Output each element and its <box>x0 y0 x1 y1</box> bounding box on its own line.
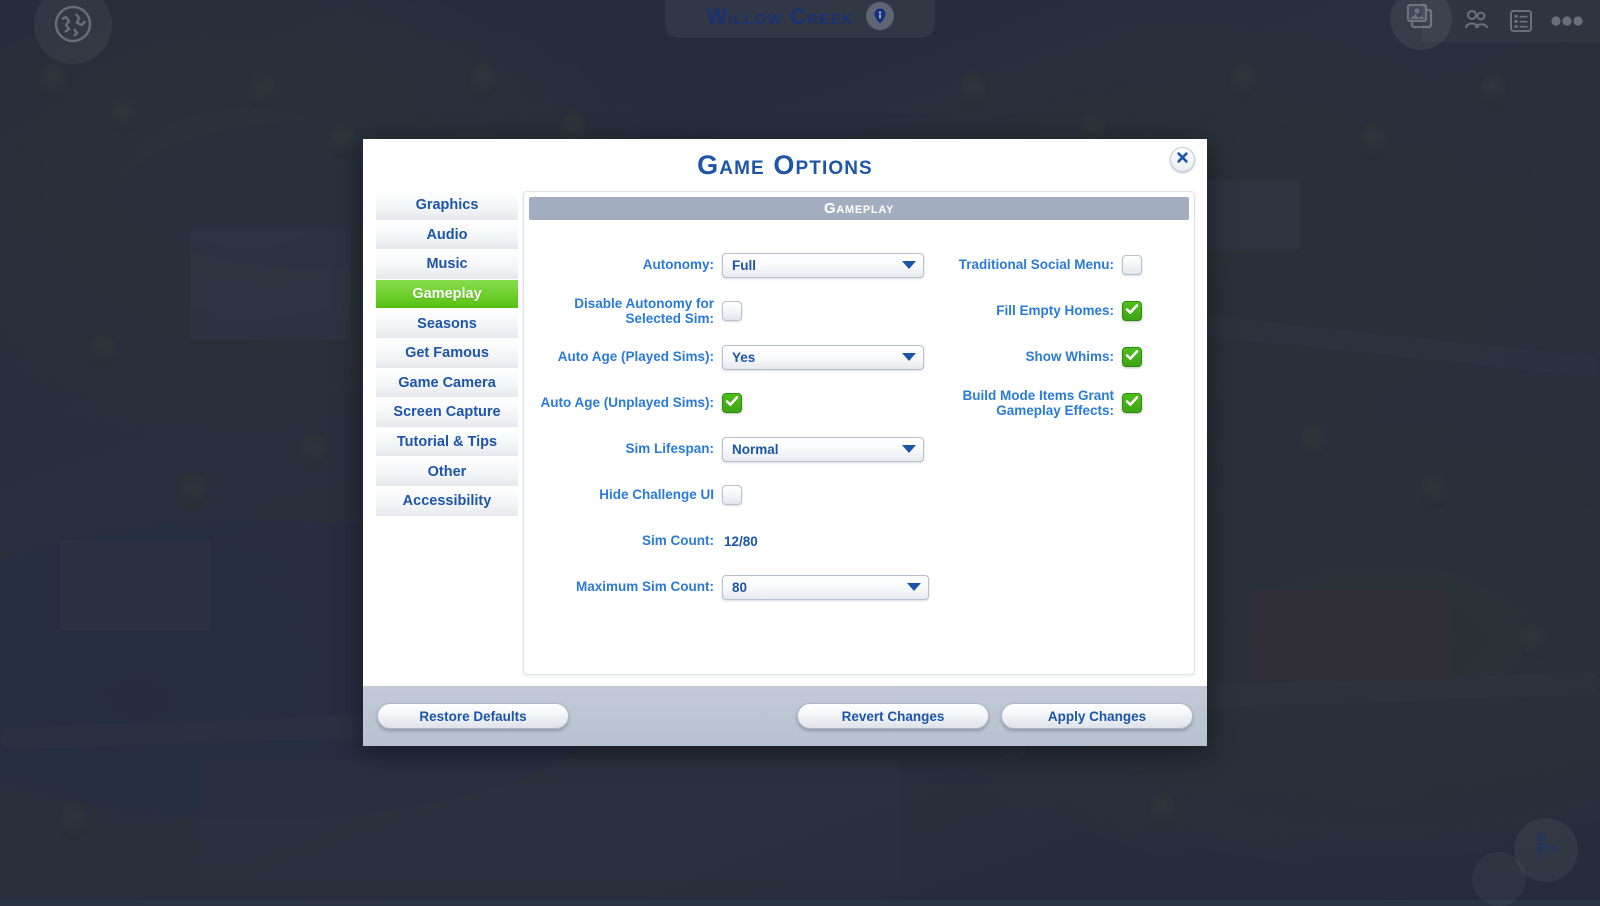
option-row-disable-autonomy-selected-sim: Disable Autonomy for Selected Sim: <box>536 288 929 334</box>
option-label-auto-age-unplayed: Auto Age (Unplayed Sims): <box>540 395 714 411</box>
page-title: Game Options <box>697 149 873 180</box>
sidebar-item-label: Accessibility <box>402 493 492 510</box>
option-row-show-whims: Show Whims: <box>947 334 1194 380</box>
sidebar-item-label: Music <box>426 256 468 273</box>
settings-content-panel: Gameplay Autonomy: Full Disable Autonomy… <box>523 191 1195 675</box>
options-grid: Autonomy: Full Disable Autonomy for Sele… <box>524 220 1194 674</box>
option-row-auto-age-unplayed: Auto Age (Unplayed Sims): <box>536 380 929 426</box>
sidebar-item-music[interactable]: Music <box>376 250 518 280</box>
sidebar-item-graphics[interactable]: Graphics <box>376 191 518 221</box>
autonomy-dropdown[interactable]: Full <box>722 252 924 278</box>
option-row-build-mode-items-grant-gameplay-effects: Build Mode Items Grant Gameplay Effects: <box>947 380 1194 426</box>
maximum-sim-count-dropdown-value: 80 <box>732 579 748 595</box>
options-column-left: Autonomy: Full Disable Autonomy for Sele… <box>524 242 929 610</box>
sidebar-item-tutorial-tips[interactable]: Tutorial & Tips <box>376 427 518 458</box>
sidebar-item-label: Screen Capture <box>393 404 501 421</box>
sidebar-item-screen-capture[interactable]: Screen Capture <box>376 398 518 428</box>
option-row-fill-empty-homes: Fill Empty Homes: <box>947 288 1194 334</box>
option-label-show-whims: Show Whims: <box>1025 349 1115 365</box>
option-label-build-mode-items-grant-gameplay-effects: Build Mode Items Grant Gameplay Effects: <box>962 387 1114 418</box>
chevron-down-icon <box>902 353 916 361</box>
sims-relationships-icon[interactable] <box>1462 8 1492 34</box>
dialog-body: Graphics Audio Music Gameplay Seasons Ge… <box>363 191 1207 686</box>
settings-sidebar: Graphics Audio Music Gameplay Seasons Ge… <box>363 191 518 686</box>
auto-age-unplayed-checkbox[interactable] <box>722 393 742 413</box>
sidebar-item-game-camera[interactable]: Game Camera <box>376 368 518 399</box>
game-options-dialog: Game Options Graphics Audio Music Gamepl… <box>363 139 1207 746</box>
sidebar-item-accessibility[interactable]: Accessibility <box>376 486 518 517</box>
dialog-titlebar: Game Options <box>363 139 1207 191</box>
sidebar-item-label: Gameplay <box>412 286 482 303</box>
option-label-hide-challenge-ui: Hide Challenge UI <box>599 487 714 503</box>
sidebar-item-label: Graphics <box>415 197 479 214</box>
option-row-maximum-sim-count: Maximum Sim Count: 80 <box>536 564 929 610</box>
sim-lifespan-dropdown-value: Normal <box>732 441 779 457</box>
section-header: Gameplay <box>529 197 1189 220</box>
fill-empty-homes-checkbox[interactable] <box>1122 301 1142 321</box>
restore-defaults-button[interactable]: Restore Defaults <box>377 703 569 729</box>
sidebar-item-other[interactable]: Other <box>376 457 518 487</box>
sidebar-item-audio[interactable]: Audio <box>376 220 518 251</box>
sim-lifespan-dropdown[interactable]: Normal <box>722 436 924 462</box>
option-label-fill-empty-homes: Fill Empty Homes: <box>996 303 1114 319</box>
sidebar-item-label: Tutorial & Tips <box>396 434 498 451</box>
chevron-down-icon <box>902 445 916 453</box>
option-label-disable-autonomy-selected-sim: Disable Autonomy for Selected Sim: <box>574 295 714 326</box>
sidebar-item-label: Audio <box>426 226 468 243</box>
travel-sim-icon <box>1526 828 1566 873</box>
option-label-autonomy: Autonomy: <box>642 257 714 273</box>
sidebar-item-get-famous[interactable]: Get Famous <box>376 338 518 369</box>
dialog-footer: Restore Defaults Revert Changes Apply Ch… <box>363 686 1207 746</box>
option-label-sim-count: Sim Count: <box>642 533 714 549</box>
checkmark-icon <box>724 393 740 414</box>
auto-age-played-dropdown[interactable]: Yes <box>722 344 924 370</box>
map-pin-info-icon[interactable] <box>865 2 894 30</box>
option-row-sim-lifespan: Sim Lifespan: Normal <box>536 426 929 472</box>
checkmark-icon <box>1124 347 1140 368</box>
location-plaque: Willow Creek <box>665 0 935 38</box>
autonomy-dropdown-value: Full <box>732 257 756 273</box>
sidebar-item-label: Other <box>427 463 467 480</box>
list-panel-icon[interactable] <box>1508 8 1534 34</box>
chevron-down-icon <box>902 261 916 269</box>
option-row-sim-count: Sim Count: 12/80 <box>536 518 929 564</box>
option-row-auto-age-played: Auto Age (Played Sims): Yes <box>536 334 929 380</box>
show-whims-checkbox[interactable] <box>1122 347 1142 367</box>
traditional-social-menu-checkbox[interactable] <box>1122 255 1142 275</box>
option-row-hide-challenge-ui: Hide Challenge UI <box>536 472 929 518</box>
option-label-sim-lifespan: Sim Lifespan: <box>625 441 714 457</box>
close-x-icon <box>1175 150 1190 170</box>
options-column-right: Traditional Social Menu: Fill Empty Home… <box>929 242 1194 610</box>
sim-count-value: 12/80 <box>724 533 758 549</box>
close-button[interactable] <box>1170 147 1195 172</box>
sidebar-item-label: Seasons <box>417 315 477 332</box>
option-label-auto-age-played: Auto Age (Played Sims): <box>557 349 714 365</box>
revert-changes-button[interactable]: Revert Changes <box>797 703 989 729</box>
apply-changes-button[interactable]: Apply Changes <box>1001 703 1193 729</box>
sidebar-item-seasons[interactable]: Seasons <box>376 309 518 339</box>
hide-challenge-ui-checkbox[interactable] <box>722 485 742 505</box>
maximum-sim-count-dropdown[interactable]: 80 <box>722 574 929 600</box>
hud-top-right-bar <box>1422 0 1600 42</box>
option-row-traditional-social-menu: Traditional Social Menu: <box>947 242 1194 288</box>
option-label-maximum-sim-count: Maximum Sim Count: <box>575 579 714 595</box>
disable-autonomy-selected-sim-checkbox[interactable] <box>722 301 742 321</box>
sidebar-item-label: Get Famous <box>405 345 489 362</box>
chevron-down-icon <box>907 583 921 591</box>
more-options-icon[interactable] <box>1550 14 1584 28</box>
checkmark-icon <box>1124 301 1140 322</box>
globe-icon <box>52 3 94 50</box>
location-name: Willow Creek <box>706 4 854 29</box>
option-label-traditional-social-menu: Traditional Social Menu: <box>958 257 1114 273</box>
travel-button[interactable] <box>1514 818 1578 882</box>
sidebar-item-label: Game Camera <box>398 374 496 391</box>
checkmark-icon <box>1124 393 1140 414</box>
build-mode-items-grant-gameplay-effects-checkbox[interactable] <box>1122 393 1142 413</box>
sidebar-item-gameplay[interactable]: Gameplay <box>376 279 518 310</box>
auto-age-played-dropdown-value: Yes <box>732 349 756 365</box>
option-row-autonomy: Autonomy: Full <box>536 242 929 288</box>
